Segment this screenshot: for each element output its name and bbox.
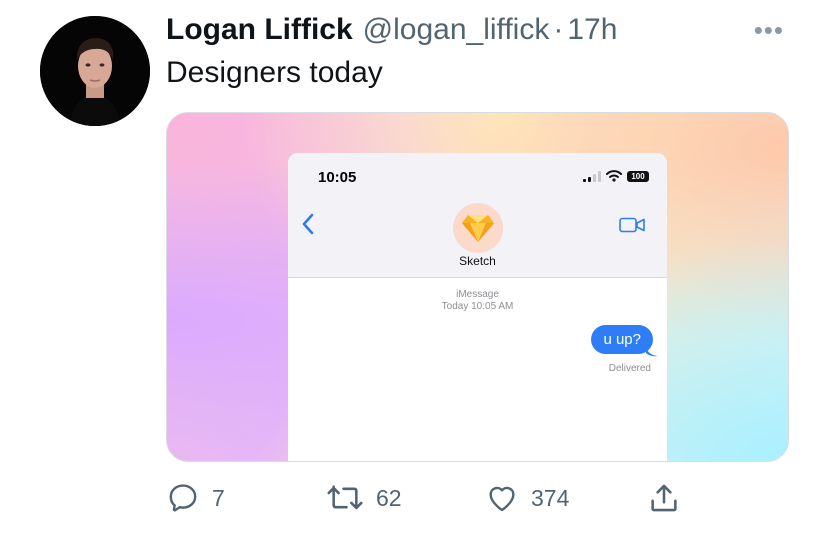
contact-avatar[interactable] (453, 203, 503, 253)
retweet-count: 62 (376, 484, 402, 511)
battery-icon: 100 (627, 170, 649, 182)
tweet-text: Designers today (166, 56, 383, 89)
status-clock: 10:05 (318, 169, 357, 186)
retweet-icon (327, 485, 363, 510)
tweet-media[interactable]: 10:05 100 Sketch iMessage Today 10:05 AM… (166, 112, 789, 462)
user-handle[interactable]: @logan_liffick (363, 13, 550, 47)
signal-icon (583, 170, 601, 182)
tweet-actions: 7 62 374 (0, 478, 828, 518)
back-chevron-icon[interactable] (302, 213, 314, 235)
tweet-time[interactable]: 17h (567, 13, 617, 47)
contact-name: Sketch (459, 254, 496, 268)
retweet-button[interactable]: 62 (326, 478, 402, 518)
sketch-diamond-icon (462, 215, 494, 242)
thread-meta: iMessage Today 10:05 AM (288, 289, 667, 313)
video-call-icon[interactable] (619, 217, 645, 233)
bubble-tail (646, 347, 658, 357)
display-name[interactable]: Logan Liffick (166, 13, 353, 47)
separator-dot: · (553, 13, 564, 46)
reply-button[interactable]: 7 (166, 478, 225, 518)
message-bubble: u up? (591, 325, 653, 354)
avatar-photo (40, 16, 150, 126)
messages-header: 10:05 100 Sketch (288, 153, 667, 278)
like-icon (489, 486, 515, 512)
reply-count: 7 (212, 484, 225, 511)
avatar[interactable] (40, 16, 150, 126)
wifi-icon (606, 170, 622, 182)
share-button[interactable] (647, 478, 693, 518)
service-label: iMessage (456, 289, 499, 300)
share-icon (651, 484, 677, 512)
like-button[interactable]: 374 (485, 478, 569, 518)
like-count: 374 (531, 484, 570, 511)
status-bar-icons: 100 (583, 170, 649, 182)
message-timestamp: Today 10:05 AM (441, 301, 514, 312)
more-icon[interactable]: ••• (754, 17, 784, 43)
delivery-status: Delivered (608, 363, 651, 374)
tweet-header: Logan Liffick @logan_liffick · 17h (166, 10, 617, 50)
reply-icon (169, 484, 197, 512)
phone-screenshot: 10:05 100 Sketch iMessage Today 10:05 AM… (288, 153, 667, 461)
